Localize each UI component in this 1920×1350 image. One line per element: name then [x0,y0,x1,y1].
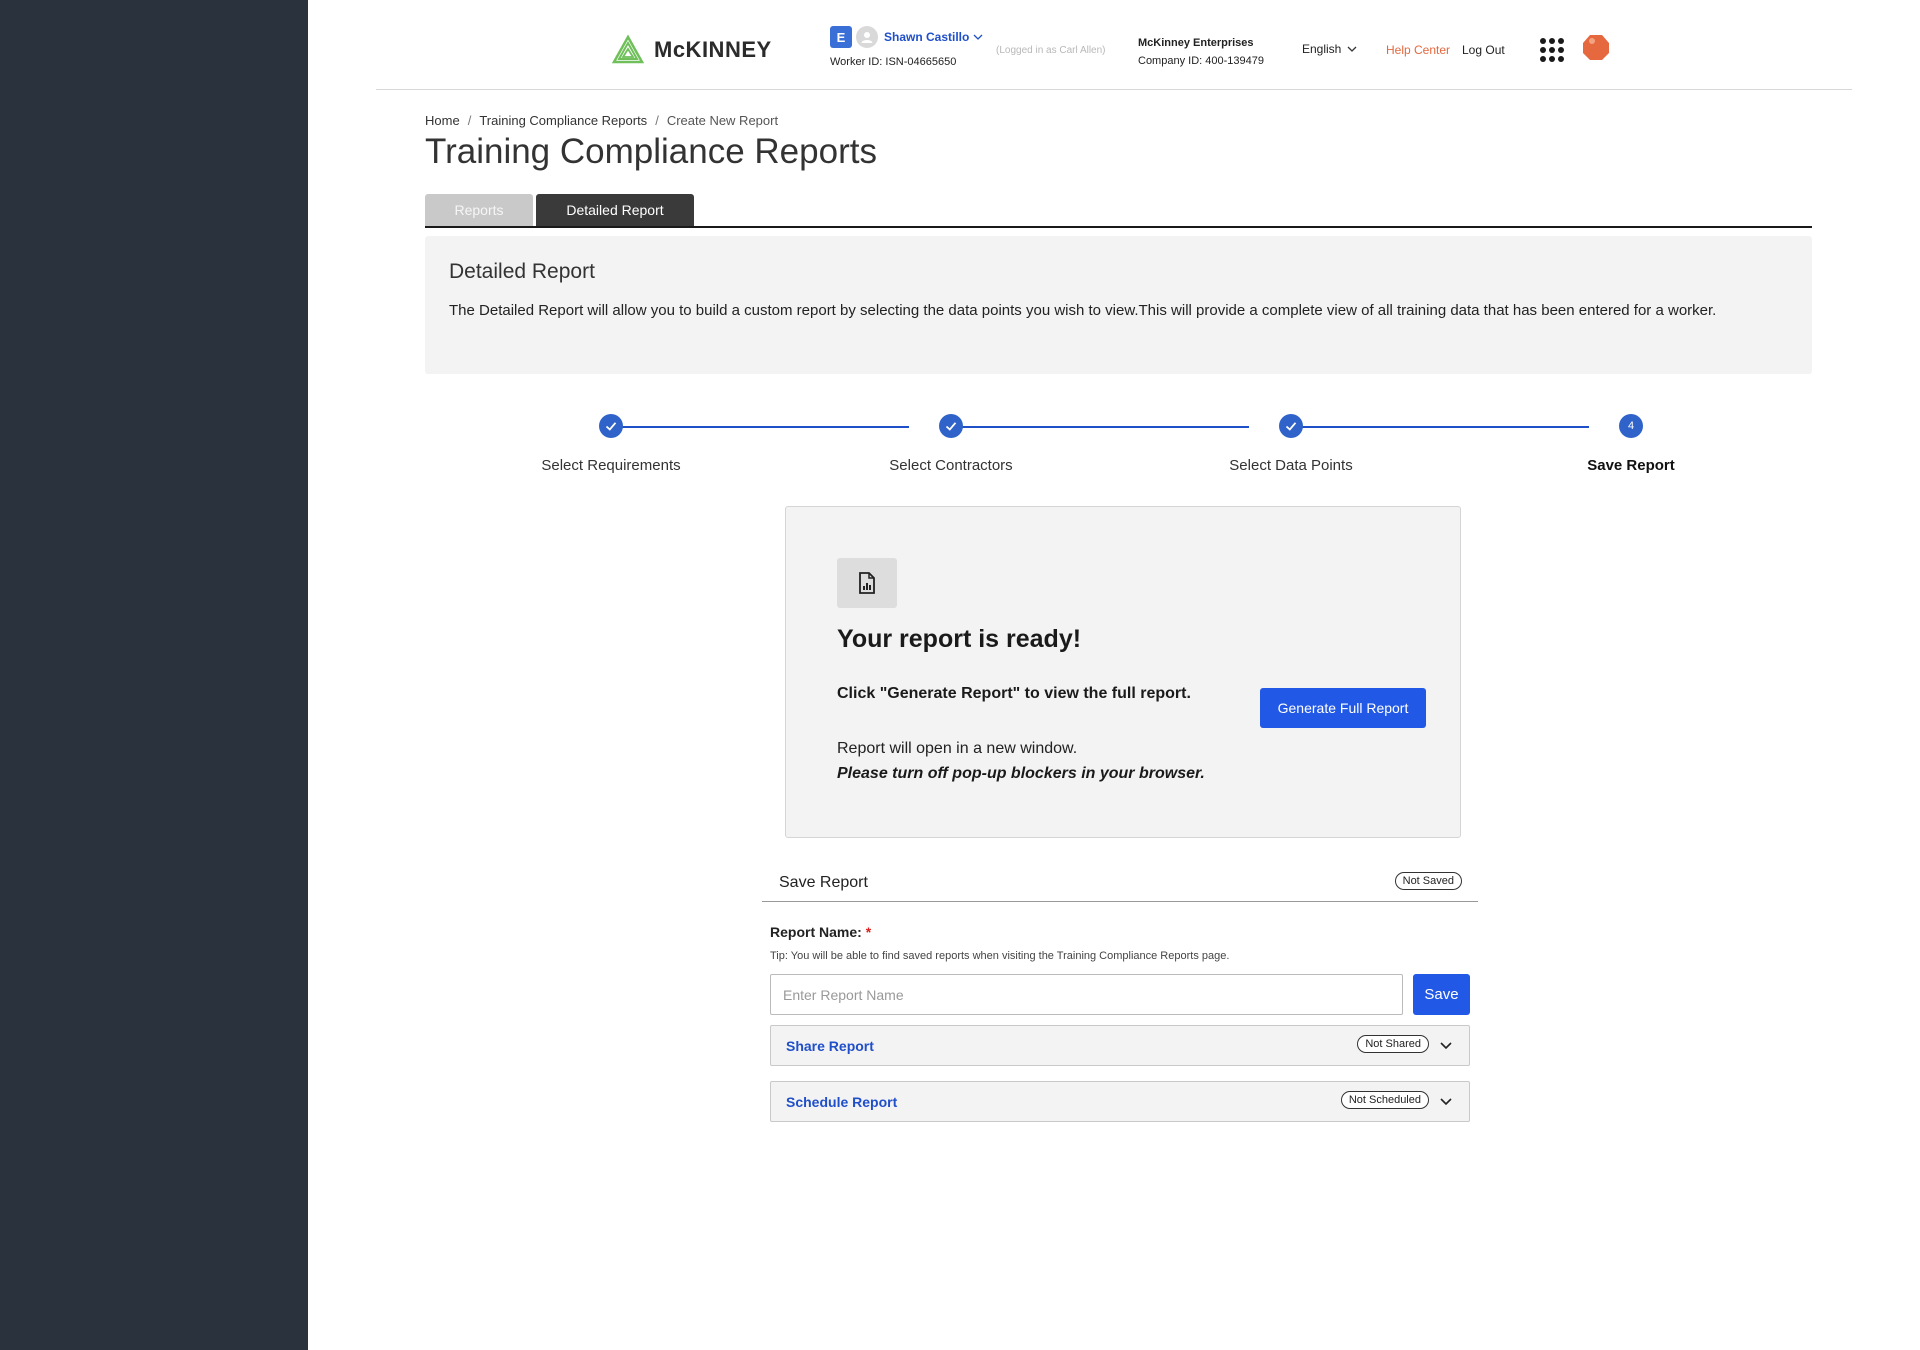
tab-reports[interactable]: Reports [425,194,533,226]
step-label-select-contractors: Select Contractors [889,457,1013,474]
breadcrumb-training-compliance-reports[interactable]: Training Compliance Reports [479,113,647,128]
user-menu[interactable]: E Shawn Castillo Worker ID: ISN-04665650 [830,26,983,68]
page-title: Training Compliance Reports [425,132,877,171]
tab-divider [425,226,1812,228]
avatar [856,26,878,48]
report-document-icon-box [837,558,897,608]
report-tabs: Reports Detailed Report [425,194,694,226]
share-status-badge: Not Shared [1357,1035,1429,1053]
breadcrumb-current: Create New Report [666,113,779,128]
step-4-current: 4 [1619,414,1643,438]
intro-text: The Detailed Report will allow you to bu… [449,302,1717,319]
share-report-accordion[interactable]: Share Report Not Shared [770,1025,1470,1066]
step-3-complete-icon [1279,414,1303,438]
step-number: 4 [1627,420,1635,432]
schedule-report-title[interactable]: Schedule Report [786,1094,897,1110]
company-info: McKinney Enterprises Company ID: 400-139… [1138,34,1264,70]
checkmark-icon [1285,422,1297,431]
step-label-select-data-points: Select Data Points [1229,457,1353,474]
help-center-link[interactable]: Help Center [1386,43,1450,57]
step-label-save-report: Save Report [1587,457,1675,474]
popup-blocker-warning: Please turn off pop-up blockers in your … [837,765,1205,782]
logout-link[interactable]: Log Out [1462,43,1505,57]
report-name-input[interactable] [770,974,1403,1015]
step-connector [951,426,1249,428]
step-2-complete-icon [939,414,963,438]
required-indicator: * [865,924,872,940]
progress-stepper: 4 Select Requirements Select Contractors… [425,412,1812,474]
generate-full-report-button[interactable]: Generate Full Report [1260,688,1426,728]
intro-title: Detailed Report [449,260,595,283]
user-name[interactable]: Shawn Castillo [884,30,969,44]
save-report-header: Save Report Not Saved [762,870,1478,902]
chevron-down-icon[interactable] [1439,1038,1453,1052]
breadcrumb-separator: / [467,113,472,128]
breadcrumb: Home / Training Compliance Reports / Cre… [425,113,778,128]
report-name-label-text: Report Name: [770,924,862,940]
user-initial-badge: E [830,26,852,48]
breadcrumb-separator: / [655,113,659,128]
save-report-title: Save Report [779,874,868,891]
breadcrumb-home[interactable]: Home [425,113,460,128]
report-new-window-note: Report will open in a new window. [837,740,1078,757]
save-button[interactable]: Save [1413,974,1470,1015]
brand-name: McKINNEY [654,37,772,62]
tab-detailed-report[interactable]: Detailed Report [536,194,694,226]
report-name-tip: Tip: You will be able to find saved repo… [770,950,1230,962]
report-ready-instruction: Click "Generate Report" to view the full… [837,685,1191,702]
isn-logo-icon[interactable] [1582,33,1610,61]
chevron-down-icon [1347,46,1357,52]
brand-logo[interactable]: McKINNEY [612,34,772,66]
language-selector[interactable]: English [1302,42,1357,56]
schedule-report-accordion[interactable]: Schedule Report Not Scheduled [770,1081,1470,1122]
left-sidebar [0,0,308,1350]
report-document-icon [859,572,875,594]
logged-in-as-text: (Logged in as Carl Allen) [996,45,1106,56]
step-label-select-requirements: Select Requirements [541,457,681,474]
worker-id: Worker ID: ISN-04665650 [830,56,957,68]
report-ready-card: Your report is ready! Click "Generate Re… [785,506,1461,838]
company-name: McKinney Enterprises [1138,37,1254,49]
language-label: English [1302,42,1342,56]
top-header: McKINNEY E Shawn Castillo Worker ID: ISN… [376,0,1852,90]
chevron-down-icon[interactable] [1439,1094,1453,1108]
save-status-badge: Not Saved [1394,872,1462,890]
checkmark-icon [605,422,617,431]
checkmark-icon [945,422,957,431]
app-grid-icon[interactable] [1540,38,1564,62]
schedule-status-badge: Not Scheduled [1340,1091,1429,1109]
mckinney-logo-icon [612,34,644,64]
step-1-complete-icon [599,414,623,438]
report-name-label: Report Name: * [770,924,871,940]
share-report-title[interactable]: Share Report [786,1038,874,1054]
user-avatar-icon [861,32,873,43]
chevron-down-icon[interactable] [973,32,983,42]
step-connector [1291,426,1589,428]
company-id: Company ID: 400-139479 [1138,55,1264,67]
detailed-report-intro: Detailed Report The Detailed Report will… [425,236,1812,374]
report-ready-title: Your report is ready! [837,625,1082,653]
step-connector [611,426,909,428]
